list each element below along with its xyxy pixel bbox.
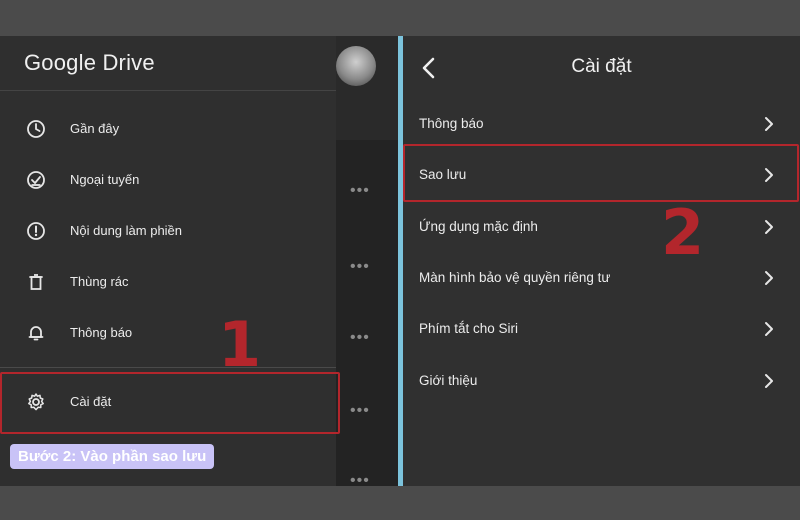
settings-item-label: Màn hình bảo vệ quyền riêng tư (419, 270, 611, 285)
bell-icon (28, 326, 44, 341)
settings-item-label: Ứng dụng mặc định (419, 219, 538, 234)
more-options-icon[interactable]: ••• (350, 183, 370, 199)
bottom-band (0, 486, 800, 520)
step-caption: Bước 2: Vào phần sao lưu (10, 444, 215, 469)
settings-item-label: Phím tắt cho Siri (419, 321, 519, 336)
divider (0, 367, 336, 368)
background-file-list: ••• ••• ••• ••• ••• (336, 36, 398, 486)
settings-item-about[interactable]: Giới thiệu (403, 359, 800, 403)
left-screenshot: ••• ••• ••• ••• ••• Google Drive Gần đây… (0, 36, 398, 486)
settings-screen: Cài đặt Thông báo Sao lưu Ứng dụng mặc đ… (403, 36, 800, 486)
trash-icon (29, 274, 43, 290)
step-number-1: 1 (218, 308, 262, 381)
clock-icon (27, 120, 45, 138)
highlight-box-backup (403, 144, 799, 202)
page-title: Cài đặt (571, 56, 632, 77)
top-band (0, 0, 800, 36)
settings-item-notifications[interactable]: Thông báo (403, 102, 800, 146)
nav-item-offline[interactable]: Ngoại tuyến (0, 160, 336, 200)
offline-check-icon (27, 171, 45, 189)
chevron-right-icon (765, 220, 773, 234)
settings-item-privacy-screen[interactable]: Màn hình bảo vệ quyền riêng tư (403, 256, 800, 300)
alert-circle-icon (27, 222, 45, 240)
nav-item-label: Ngoại tuyến (70, 172, 140, 187)
settings-item-label: Giới thiệu (419, 373, 478, 388)
nav-item-label: Nội dung làm phiền (70, 223, 183, 238)
avatar[interactable] (336, 46, 376, 86)
nav-item-label: Thông báo (70, 325, 133, 340)
settings-item-siri-shortcuts[interactable]: Phím tắt cho Siri (403, 307, 800, 351)
highlight-box-settings (0, 372, 340, 434)
settings-item-label: Thông báo (419, 116, 484, 131)
chevron-right-icon (765, 271, 773, 285)
nav-item-recent[interactable]: Gần đây (0, 109, 336, 149)
nav-item-trash[interactable]: Thùng rác (0, 262, 336, 302)
app-title: Google Drive (24, 50, 155, 75)
more-options-icon[interactable]: ••• (350, 403, 370, 419)
chevron-right-icon (765, 117, 773, 131)
chevron-right-icon (765, 374, 773, 388)
more-options-icon[interactable]: ••• (350, 259, 370, 275)
nav-item-notifications[interactable]: Thông báo (0, 313, 336, 353)
more-options-icon[interactable]: ••• (350, 473, 370, 487)
chevron-right-icon (765, 322, 773, 336)
nav-item-label: Thùng rác (70, 274, 129, 289)
nav-item-spam[interactable]: Nội dung làm phiền (0, 211, 336, 251)
step-number-2: 2 (661, 196, 705, 269)
divider (0, 90, 336, 91)
settings-item-default-apps[interactable]: Ứng dụng mặc định (403, 205, 800, 249)
nav-item-label: Gần đây (70, 121, 120, 136)
more-options-icon[interactable]: ••• (350, 330, 370, 346)
